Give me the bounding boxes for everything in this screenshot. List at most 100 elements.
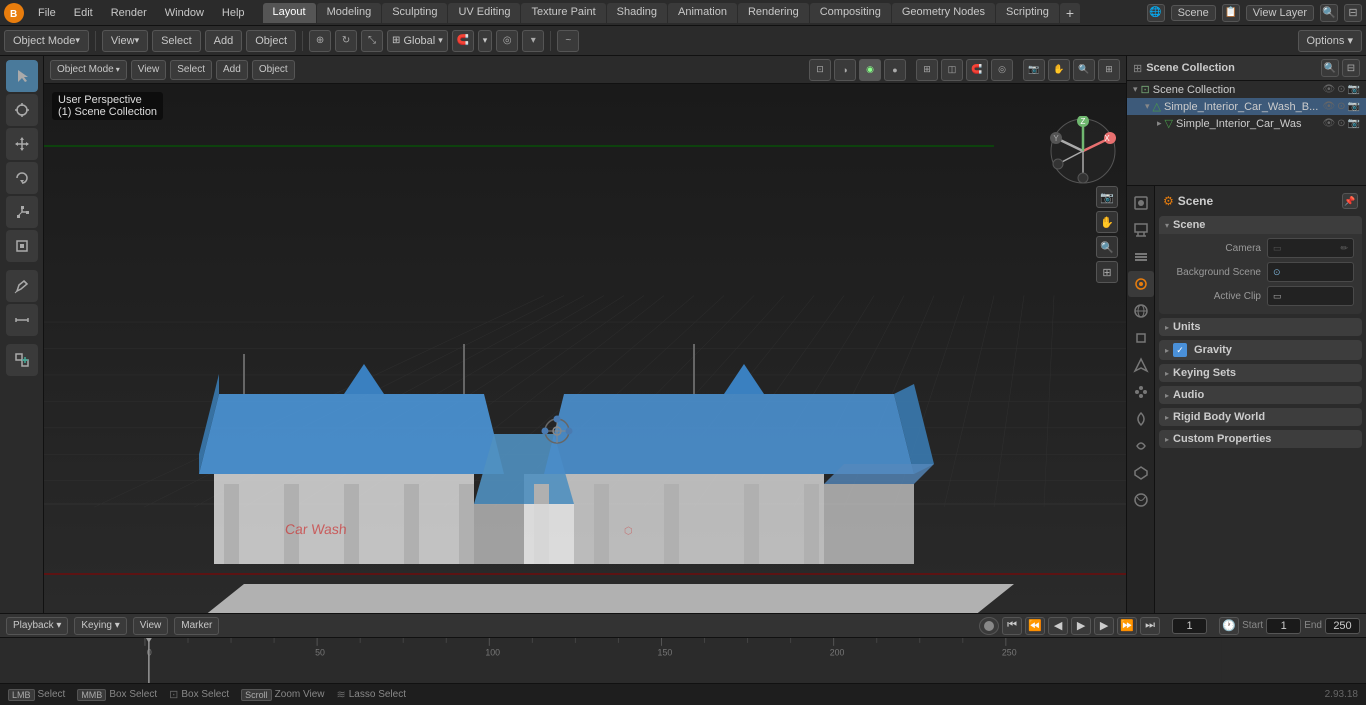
next-frame-btn[interactable]: ▶ — [1094, 617, 1114, 635]
transform-rotate-icon[interactable]: ↻ — [335, 30, 357, 52]
transform-move-icon[interactable]: ⊕ — [309, 30, 331, 52]
snap-icon[interactable]: 🧲 — [452, 30, 474, 52]
select-menu-btn[interactable]: Select — [152, 30, 201, 52]
tab-add[interactable]: + — [1060, 3, 1080, 23]
props-pin-icon[interactable]: 📌 — [1342, 193, 1358, 209]
tab-animation[interactable]: Animation — [668, 3, 737, 23]
start-frame-input[interactable]: 1 — [1266, 618, 1301, 634]
ol-vis-icon[interactable]: 👁 — [1322, 84, 1335, 95]
vp-select-btn[interactable]: Select — [170, 60, 212, 80]
vp-add-btn[interactable]: Add — [216, 60, 248, 80]
object-menu-btn[interactable]: Object — [246, 30, 296, 52]
outliner-row-main-object[interactable]: ▾ △ Simple_Interior_Car_Wash_B... 👁 ⊙ 📷 — [1127, 98, 1366, 115]
tab-data-props[interactable] — [1128, 460, 1154, 486]
prev-key-btn[interactable]: ⏪ — [1025, 617, 1045, 635]
object-mode-dropdown[interactable]: Object Mode ▾ — [4, 30, 89, 52]
vp-overlay-btn[interactable]: ⊞ — [916, 59, 938, 81]
tab-scene-props[interactable] — [1128, 271, 1154, 297]
vp-camera-nav[interactable]: 📷 — [1096, 186, 1118, 208]
proportional-edit-icon[interactable]: ◎ — [496, 30, 518, 52]
tab-geometry-nodes[interactable]: Geometry Nodes — [892, 3, 995, 23]
next-key-btn[interactable]: ⏩ — [1117, 617, 1137, 635]
tab-world-props[interactable] — [1128, 298, 1154, 324]
timeline-clock-icon[interactable]: 🕐 — [1219, 617, 1239, 635]
menu-render[interactable]: Render — [103, 5, 155, 21]
tool-scale[interactable] — [6, 196, 38, 228]
vp-solid-btn[interactable]: ◑ — [834, 59, 856, 81]
vp-zoom-nav[interactable]: 🔍 — [1096, 236, 1118, 258]
tool-cursor[interactable] — [6, 94, 38, 126]
timeline-marker-btn[interactable]: Marker — [174, 617, 219, 635]
tab-material-props[interactable] — [1128, 487, 1154, 513]
tab-particle-props[interactable] — [1128, 379, 1154, 405]
tool-add-object[interactable] — [6, 344, 38, 376]
tab-view-layer-props[interactable] — [1128, 244, 1154, 270]
menu-edit[interactable]: Edit — [66, 5, 101, 21]
tab-constraint-props[interactable] — [1128, 433, 1154, 459]
camera-field[interactable]: ▭ ✏ — [1267, 238, 1354, 258]
jump-end-btn[interactable]: ⏭ — [1140, 617, 1160, 635]
tab-output-props[interactable] — [1128, 217, 1154, 243]
viewport[interactable]: Object Mode ▾ View Select Add Object ⊡ ◑… — [44, 56, 1126, 613]
rigid-body-header[interactable]: ▸ Rigid Body World — [1159, 408, 1362, 426]
vp-object-btn[interactable]: Object — [252, 60, 295, 80]
tool-transform[interactable] — [6, 230, 38, 262]
options-btn[interactable]: Options ▾ — [1298, 30, 1363, 52]
keying-sets-header[interactable]: ▸ Keying Sets — [1159, 364, 1362, 382]
units-section-header[interactable]: ▸ Units — [1159, 318, 1362, 336]
gravity-section-header[interactable]: ▸ ✓ Gravity — [1159, 340, 1362, 360]
menu-file[interactable]: File — [30, 5, 64, 21]
tool-annotate[interactable] — [6, 270, 38, 302]
custom-props-header[interactable]: ▸ Custom Properties — [1159, 430, 1362, 448]
tab-shading[interactable]: Shading — [607, 3, 667, 23]
tab-physics-props[interactable] — [1128, 406, 1154, 432]
vp-grid-icon[interactable]: ⊞ — [1098, 59, 1120, 81]
camera-edit-icon[interactable]: ✏ — [1340, 243, 1348, 254]
timeline-ruler[interactable]: 0 50 100 — [0, 638, 1366, 683]
add-menu-btn[interactable]: Add — [205, 30, 243, 52]
timeline-view-btn[interactable]: View — [133, 617, 169, 635]
vp-wireframe-btn[interactable]: ⊡ — [809, 59, 831, 81]
tab-modifier-props[interactable] — [1128, 352, 1154, 378]
vp-rendered-btn[interactable]: ● — [884, 59, 906, 81]
tab-scripting[interactable]: Scripting — [996, 3, 1059, 23]
ol-vis-icon-2[interactable]: 👁 — [1322, 101, 1335, 112]
transform-space-dropdown[interactable]: ⊞ Global ▾ — [387, 30, 448, 52]
tool-rotate[interactable] — [6, 162, 38, 194]
timeline-keying-btn[interactable]: Keying ▾ — [74, 617, 126, 635]
play-btn[interactable]: ▶ — [1071, 617, 1091, 635]
outliner-row-sub-object[interactable]: ▸ ▽ Simple_Interior_Car_Was 👁 ⊙ 📷 — [1127, 115, 1366, 132]
end-frame-input[interactable]: 250 — [1325, 618, 1360, 634]
tab-uv-editing[interactable]: UV Editing — [448, 3, 520, 23]
timeline-playback-btn[interactable]: Playback ▾ — [6, 617, 68, 635]
audio-section-header[interactable]: ▸ Audio — [1159, 386, 1362, 404]
view-layer-select[interactable]: View Layer — [1246, 5, 1314, 21]
gravity-checkbox[interactable]: ✓ — [1173, 343, 1187, 357]
tab-rendering[interactable]: Rendering — [738, 3, 809, 23]
filter-icon[interactable]: ⊟ — [1344, 4, 1362, 22]
tool-select[interactable] — [6, 60, 38, 92]
ol-render-icon-2[interactable]: 📷 — [1348, 101, 1360, 112]
scene-select[interactable]: Scene — [1171, 5, 1216, 21]
vp-material-btn[interactable]: ◉ — [859, 59, 881, 81]
jump-start-btn[interactable]: ⏮ — [1002, 617, 1022, 635]
tab-sculpting[interactable]: Sculpting — [382, 3, 447, 23]
search-icon[interactable]: 🔍 — [1320, 4, 1338, 22]
ol-vis-icon-3[interactable]: 👁 — [1322, 118, 1335, 129]
navigation-gizmo[interactable]: X Y Z — [1048, 116, 1118, 186]
ol-sel-icon[interactable]: ⊙ — [1337, 84, 1345, 95]
active-clip-field[interactable]: ▭ — [1267, 286, 1354, 306]
tool-move[interactable] — [6, 128, 38, 160]
vp-zoom-icon[interactable]: 🔍 — [1073, 59, 1095, 81]
proportional-settings-icon[interactable]: ▾ — [522, 30, 544, 52]
tab-layout[interactable]: Layout — [263, 3, 316, 23]
tab-texture-paint[interactable]: Texture Paint — [521, 3, 605, 23]
outliner-filter-icon[interactable]: ⊟ — [1342, 59, 1360, 77]
vp-grid-nav[interactable]: ⊞ — [1096, 261, 1118, 283]
vp-hand-nav[interactable]: ✋ — [1096, 211, 1118, 233]
current-frame-input[interactable]: 1 — [1172, 618, 1207, 634]
tab-compositing[interactable]: Compositing — [810, 3, 891, 23]
vp-view-btn[interactable]: View — [131, 60, 167, 80]
tool-measure[interactable] — [6, 304, 38, 336]
tab-modeling[interactable]: Modeling — [317, 3, 382, 23]
